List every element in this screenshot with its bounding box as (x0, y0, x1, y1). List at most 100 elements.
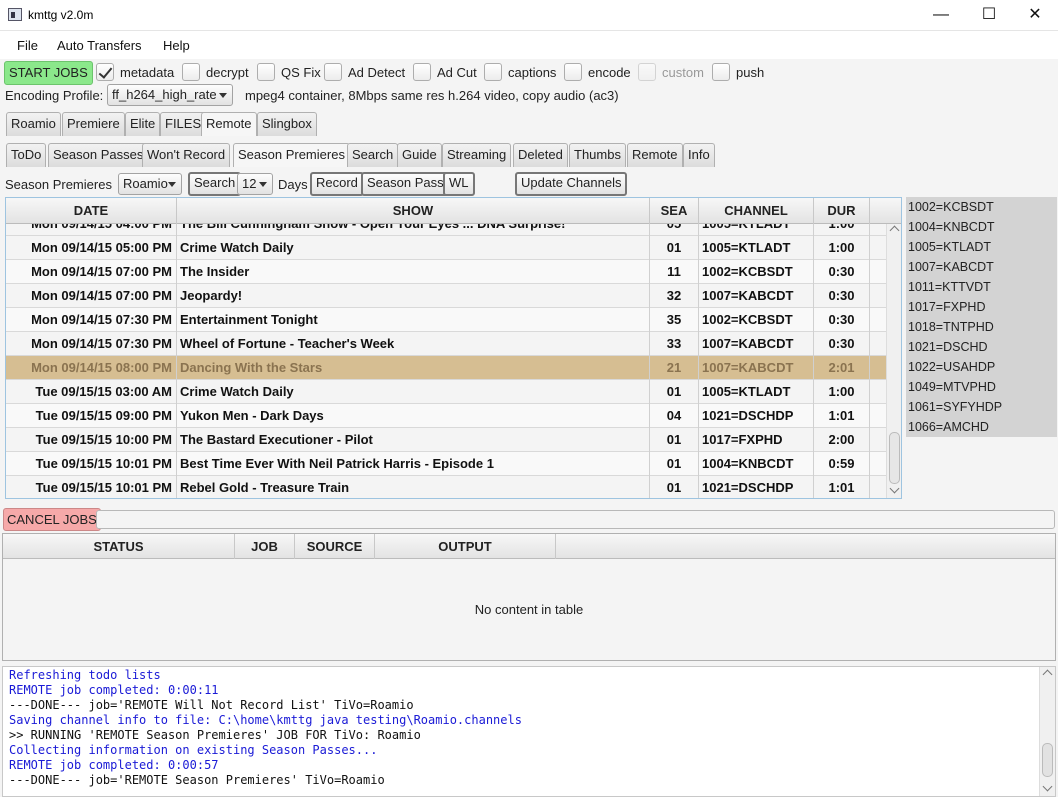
channel-item[interactable]: 1061=SYFYHDP (908, 400, 1002, 414)
channel-item[interactable]: 1066=AMCHD (908, 420, 989, 434)
table-row[interactable]: Tue 09/15/15 10:01 PM Best Time Ever Wit… (6, 452, 886, 476)
table-row[interactable]: Mon 09/14/15 05:00 PM Crime Watch Daily … (6, 236, 886, 260)
tivo-select[interactable]: Roamio (118, 173, 182, 195)
channel-list: 1002=KCBSDT 1004=KNBCDT 1005=KTLADT 1007… (906, 197, 1057, 437)
scroll-up-icon[interactable] (1042, 669, 1053, 680)
log-line: ---DONE--- job='REMOTE Season Premieres'… (9, 773, 385, 787)
cell-sea: 01 (650, 428, 699, 452)
scrollbar-thumb[interactable] (889, 432, 900, 484)
cell-dur: 0:59 (814, 452, 870, 476)
tab-slingbox[interactable]: Slingbox (257, 112, 317, 136)
push-label: push (736, 65, 765, 80)
days-select[interactable]: 12 (237, 173, 273, 195)
search-button[interactable]: Search (188, 172, 242, 196)
log-line: Saving channel info to file: C:\home\kmt… (9, 713, 522, 727)
cancel-jobs-button[interactable]: CANCEL JOBS (3, 508, 101, 531)
table-row-selected[interactable]: Mon 09/14/15 08:00 PM Dancing With the S… (6, 356, 886, 380)
tab-premiere[interactable]: Premiere (62, 112, 125, 136)
tab-thumbs[interactable]: Thumbs (569, 143, 626, 167)
update-channels-button[interactable]: Update Channels (515, 172, 628, 196)
message-log[interactable]: Refreshing todo lists REMOTE job complet… (2, 666, 1056, 797)
captions-checkbox[interactable] (484, 63, 502, 81)
tab-search[interactable]: Search (347, 143, 399, 167)
table-row[interactable]: Mon 09/14/15 04:00 PM The Bill Cunningha… (6, 224, 886, 236)
tab-remote[interactable]: Remote (201, 112, 257, 136)
tab-todo[interactable]: ToDo (6, 143, 47, 167)
channel-item[interactable]: 1022=USAHDP (908, 360, 995, 374)
scroll-down-icon[interactable] (889, 483, 900, 494)
metadata-label: metadata (120, 65, 175, 80)
encoding-profile-value: ff_h264_high_rate (112, 87, 217, 102)
tab-streaming[interactable]: Streaming (442, 143, 512, 167)
menu-auto-transfers[interactable]: Auto Transfers (57, 38, 142, 53)
start-jobs-button[interactable]: START JOBS (4, 61, 93, 85)
tab-deleted[interactable]: Deleted (513, 143, 568, 167)
column-source[interactable]: SOURCE (295, 534, 375, 559)
log-line: REMOTE job completed: 0:00:11 (9, 683, 219, 697)
qs-fix-checkbox[interactable] (257, 63, 275, 81)
menu-help[interactable]: Help (163, 38, 190, 53)
tab-remote-control[interactable]: Remote (627, 143, 683, 167)
minimize-button[interactable]: — (918, 0, 964, 31)
ad-cut-checkbox[interactable] (413, 63, 431, 81)
channel-item[interactable]: 1004=KNBCDT (908, 220, 995, 234)
channel-item[interactable]: 1049=MTVPHD (908, 380, 996, 394)
metadata-checkbox[interactable] (96, 63, 114, 81)
encode-checkbox[interactable] (564, 63, 582, 81)
channel-item[interactable]: 1002=KCBSDT (908, 200, 994, 214)
column-sea[interactable]: SEA (650, 198, 699, 224)
cell-date: Tue 09/15/15 09:00 PM (6, 404, 177, 428)
cell-sea: 01 (650, 236, 699, 260)
table-row[interactable]: Mon 09/14/15 07:00 PM The Insider 11 100… (6, 260, 886, 284)
column-status[interactable]: STATUS (3, 534, 235, 559)
cell-show: Dancing With the Stars (177, 356, 650, 380)
scroll-up-icon[interactable] (889, 225, 900, 236)
ad-detect-checkbox[interactable] (324, 63, 342, 81)
column-output[interactable]: OUTPUT (375, 534, 556, 559)
channel-item[interactable]: 1011=KTTVDT (908, 280, 991, 294)
table-row[interactable]: Tue 09/15/15 09:00 PM Yukon Men - Dark D… (6, 404, 886, 428)
table-row[interactable]: Mon 09/14/15 07:00 PM Jeopardy! 32 1007=… (6, 284, 886, 308)
scroll-down-icon[interactable] (1042, 781, 1053, 792)
column-date[interactable]: DATE (6, 198, 177, 224)
channel-item[interactable]: 1018=TNTPHD (908, 320, 994, 334)
channel-item[interactable]: 1007=KABCDT (908, 260, 994, 274)
column-job[interactable]: JOB (235, 534, 295, 559)
wl-button[interactable]: WL (443, 172, 475, 196)
table-row[interactable]: Tue 09/15/15 03:00 AM Crime Watch Daily … (6, 380, 886, 404)
tab-guide[interactable]: Guide (397, 143, 442, 167)
tab-info[interactable]: Info (683, 143, 715, 167)
table-row[interactable]: Tue 09/15/15 10:01 PM Rebel Gold - Treas… (6, 476, 886, 498)
tab-roamio[interactable]: Roamio (6, 112, 61, 136)
maximize-button[interactable]: ☐ (966, 0, 1012, 31)
table-scrollbar[interactable] (886, 224, 901, 498)
menu-file[interactable]: File (17, 38, 38, 53)
table-row[interactable]: Mon 09/14/15 07:30 PM Wheel of Fortune -… (6, 332, 886, 356)
table-row[interactable]: Tue 09/15/15 10:00 PM The Bastard Execut… (6, 428, 886, 452)
tab-season-premieres[interactable]: Season Premieres (233, 143, 350, 167)
channel-item[interactable]: 1017=FXPHD (908, 300, 985, 314)
channel-item[interactable]: 1021=DSCHD (908, 340, 988, 354)
cell-dur: 0:30 (814, 332, 870, 356)
cell-date: Tue 09/15/15 10:00 PM (6, 428, 177, 452)
column-show[interactable]: SHOW (177, 198, 650, 224)
tab-season-passes[interactable]: Season Passes (48, 143, 149, 167)
log-scrollbar[interactable] (1039, 667, 1055, 796)
column-dur[interactable]: DUR (814, 198, 870, 224)
record-button[interactable]: Record (310, 172, 364, 196)
push-checkbox[interactable] (712, 63, 730, 81)
close-button[interactable]: ✕ (1012, 0, 1058, 31)
channel-item[interactable]: 1005=KTLADT (908, 240, 991, 254)
cell-date: Mon 09/14/15 07:00 PM (6, 284, 177, 308)
ad-cut-label: Ad Cut (437, 65, 477, 80)
table-row[interactable]: Mon 09/14/15 07:30 PM Entertainment Toni… (6, 308, 886, 332)
season-pass-button[interactable]: Season Pass (361, 172, 450, 196)
scrollbar-thumb[interactable] (1042, 743, 1053, 777)
tab-elite[interactable]: Elite (125, 112, 161, 136)
cell-dur: 1:01 (814, 404, 870, 428)
encoding-profile-select[interactable]: ff_h264_high_rate (107, 84, 233, 106)
decrypt-checkbox[interactable] (182, 63, 200, 81)
column-channel[interactable]: CHANNEL (699, 198, 814, 224)
tab-files[interactable]: FILES (160, 112, 207, 136)
tab-wont-record[interactable]: Won't Record (142, 143, 231, 167)
